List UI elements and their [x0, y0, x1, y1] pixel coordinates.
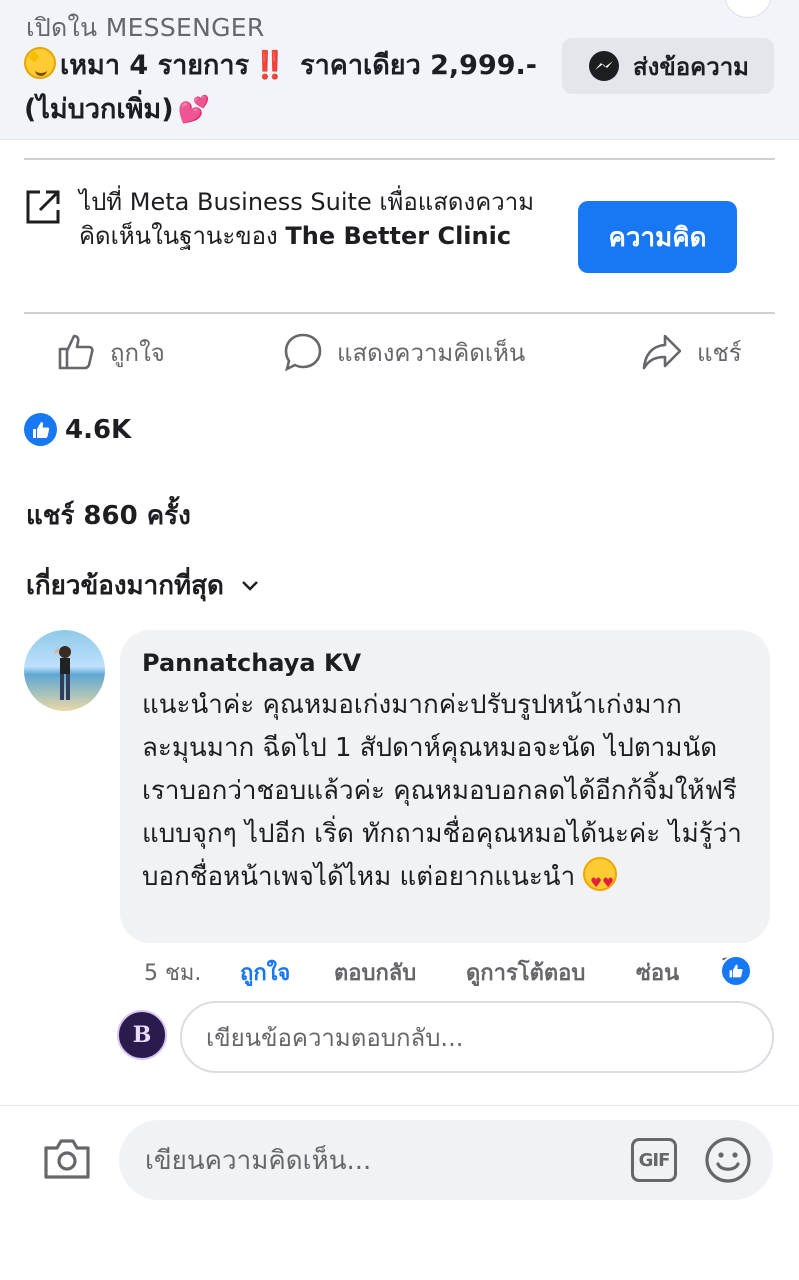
commenter-avatar[interactable] — [24, 630, 105, 711]
share-label: แชร์ — [697, 338, 742, 367]
emoji-icon[interactable] — [704, 1136, 752, 1184]
like-label: ถูกใจ — [110, 338, 165, 367]
send-message-button[interactable]: ส่งข้อความ — [562, 38, 774, 94]
open-in-messenger-label: เปิดใน MESSENGER — [26, 13, 265, 42]
like-reaction-icon — [720, 955, 752, 987]
gif-button[interactable]: GIF — [631, 1138, 677, 1182]
share-button[interactable]: แชร์ — [641, 330, 742, 374]
double-exclamation-icon: ‼️ — [253, 50, 287, 81]
send-message-label: ส่งข้อความ — [632, 52, 749, 81]
reaction-count: 4.6K — [65, 414, 132, 445]
share-count[interactable]: แชร์ 860 ครั้ง — [26, 495, 191, 536]
page-name: The Better Clinic — [285, 222, 512, 250]
comment-sort-dropdown[interactable]: เกี่ยวข้องมากที่สุด — [26, 565, 260, 606]
star-struck-emoji-icon — [24, 47, 56, 79]
ad-headline: เหมา 4 รายการ ‼️ ราคาเดียว 2,999.- (ไม่บว… — [24, 44, 544, 132]
like-button[interactable]: ถูกใจ — [56, 330, 165, 374]
comment-as-page-button[interactable]: ความคิด — [578, 201, 737, 273]
reaction-summary[interactable]: 4.6K — [24, 413, 131, 446]
two-hearts-icon: 💕 — [177, 95, 210, 125]
reply-input[interactable]: เขียนข้อความตอบกลับ... — [180, 1001, 774, 1073]
person-silhouette — [54, 646, 71, 700]
comment-label: แสดงความคิดเห็น — [337, 338, 526, 367]
page-avatar: B — [117, 1010, 167, 1060]
chevron-down-icon — [242, 580, 258, 591]
comment-reply-button[interactable]: ตอบกลับ — [334, 955, 416, 990]
more-options-button[interactable] — [724, 0, 772, 18]
comment-text-block: แนะนำค่ะ คุณหมอเก่งมากค่ะปรับรูปหน้าเก่ง… — [142, 684, 748, 905]
business-suite-prompt[interactable]: ไปที่ Meta Business Suite เพื่อแสดงความค… — [79, 185, 549, 253]
comment-like-button[interactable]: ถูกใจ — [240, 955, 290, 990]
comment-text: แนะนำค่ะ คุณหมอเก่งมากค่ะปรับรูปหน้าเก่ง… — [142, 690, 742, 892]
thumbs-up-icon — [58, 334, 94, 370]
divider — [24, 312, 775, 314]
divider — [24, 158, 775, 160]
hide-comment-button[interactable]: ซ่อน — [636, 955, 679, 990]
comment-time: 5 ชม. — [144, 961, 202, 986]
comment-actions: 5 ชม. ถูกใจ ตอบกลับ ดูการโต้ตอบ ซ่อน 1 — [144, 955, 779, 987]
share-arrow-icon — [642, 334, 682, 370]
view-replies-button[interactable]: ดูการโต้ตอบ — [466, 955, 585, 990]
messenger-icon — [588, 51, 619, 81]
ad-headline-text: เหมา 4 รายการ — [60, 50, 250, 81]
external-link-icon — [26, 190, 60, 224]
comment-button[interactable]: แสดงความคิดเห็น — [283, 330, 525, 374]
camera-icon[interactable] — [42, 1136, 92, 1182]
like-reaction-icon — [24, 413, 57, 446]
comment-bubble-icon — [284, 333, 322, 372]
ad-card[interactable]: เปิดใน MESSENGER เหมา 4 รายการ ‼️ ราคาเดี… — [0, 0, 799, 140]
sort-label: เกี่ยวข้องมากที่สุด — [26, 571, 224, 601]
heart-eyes-emoji-icon — [583, 857, 618, 905]
comment-author[interactable]: Pannatchaya KV — [142, 646, 748, 680]
comment-bubble[interactable]: Pannatchaya KV แนะนำค่ะ คุณหมอเก่งมากค่ะ… — [120, 630, 770, 943]
